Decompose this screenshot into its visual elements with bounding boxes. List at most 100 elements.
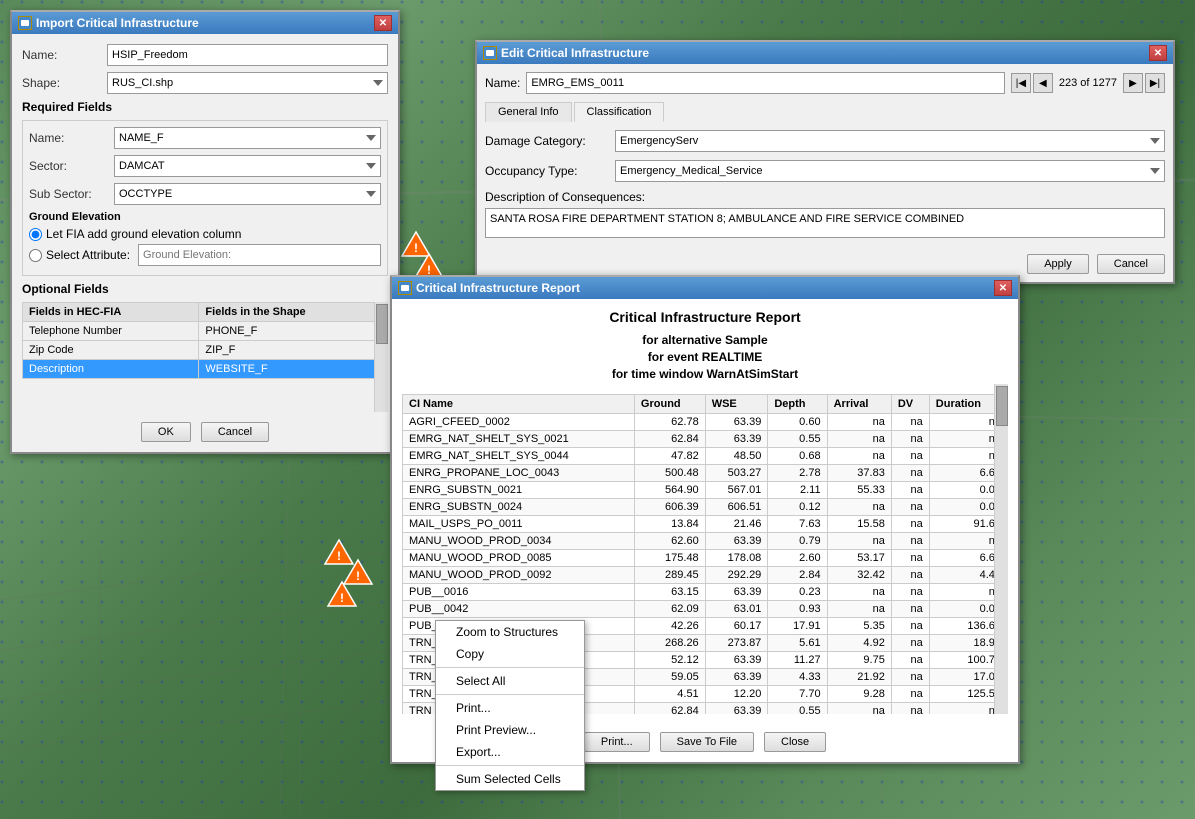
context-separator bbox=[436, 765, 584, 766]
optional-col2-cell: PHONE_F bbox=[199, 322, 388, 341]
nav-first-btn[interactable]: |◀ bbox=[1011, 73, 1031, 93]
table-row[interactable]: ENRG_PROPANE_LOC_0043500.48503.272.7837.… bbox=[403, 465, 1008, 482]
context-menu-item[interactable]: Copy bbox=[436, 643, 584, 665]
table-row[interactable]: EMRG_NAT_SHELT_SYS_004447.8248.500.68nan… bbox=[403, 448, 1008, 465]
optional-col2-cell: WEBSITE_F bbox=[199, 360, 388, 379]
context-menu-item[interactable]: Sum Selected Cells bbox=[436, 768, 584, 790]
table-cell: na bbox=[891, 703, 929, 715]
edit-cancel-btn[interactable]: Cancel bbox=[1097, 254, 1165, 274]
report-save-btn[interactable]: Save To File bbox=[660, 732, 754, 752]
import-cancel-btn[interactable]: Cancel bbox=[201, 422, 269, 442]
optional-col2-cell: ZIP_F bbox=[199, 341, 388, 360]
table-row[interactable]: EMRG_NAT_SHELT_SYS_002162.8463.390.55nan… bbox=[403, 431, 1008, 448]
required-fields-title: Required Fields bbox=[22, 100, 388, 114]
req-name-select[interactable]: NAME_F bbox=[114, 127, 381, 149]
table-cell: 0.55 bbox=[768, 703, 827, 715]
req-subsector-row: Sub Sector: OCCTYPE bbox=[29, 183, 381, 205]
import-shape-select[interactable]: RUS_CI.shp bbox=[107, 72, 388, 94]
table-row[interactable]: MANU_WOOD_PROD_0092289.45292.292.8432.42… bbox=[403, 567, 1008, 584]
req-sector-select[interactable]: DAMCAT bbox=[114, 155, 381, 177]
table-row[interactable]: AGRI_CFEED_000262.7863.390.60nanana bbox=[403, 414, 1008, 431]
table-cell: ENRG_SUBSTN_0021 bbox=[403, 482, 635, 499]
occupancy-type-select[interactable]: Emergency_Medical_Service bbox=[615, 160, 1165, 182]
report-scrollbar[interactable] bbox=[994, 384, 1008, 714]
occupancy-type-row: Occupancy Type: Emergency_Medical_Servic… bbox=[485, 160, 1165, 182]
req-subsector-select[interactable]: OCCTYPE bbox=[114, 183, 381, 205]
report-title-icon bbox=[398, 281, 412, 295]
table-row[interactable]: MAIL_USPS_PO_001113.8421.467.6315.58na91… bbox=[403, 516, 1008, 533]
table-cell: na bbox=[891, 550, 929, 567]
report-print-btn[interactable]: Print... bbox=[584, 732, 650, 752]
table-row[interactable]: PUB__001663.1563.390.23nanana bbox=[403, 584, 1008, 601]
context-menu-item[interactable]: Print... bbox=[436, 697, 584, 719]
table-cell: 42.26 bbox=[634, 618, 705, 635]
edit-title-bar[interactable]: Edit Critical Infrastructure ✕ bbox=[477, 42, 1173, 64]
edit-apply-btn[interactable]: Apply bbox=[1027, 254, 1089, 274]
optional-scrollbar[interactable] bbox=[374, 302, 388, 412]
edit-window: Edit Critical Infrastructure ✕ Name: EMR… bbox=[475, 40, 1175, 284]
report-close-btn[interactable]: Close bbox=[764, 732, 826, 752]
table-cell: 60.17 bbox=[705, 618, 768, 635]
table-cell: 9.75 bbox=[827, 652, 891, 669]
consequences-label: Description of Consequences: bbox=[485, 190, 1165, 204]
table-cell: 63.39 bbox=[705, 703, 768, 715]
radio-select-attr[interactable] bbox=[29, 249, 42, 262]
report-close-title-btn[interactable]: ✕ bbox=[994, 280, 1012, 296]
optional-table: Fields in HEC-FIA Fields in the Shape Te… bbox=[22, 302, 388, 379]
table-cell: 59.05 bbox=[634, 669, 705, 686]
report-scrollbar-thumb[interactable] bbox=[996, 386, 1008, 426]
report-title-bar[interactable]: Critical Infrastructure Report ✕ bbox=[392, 277, 1018, 299]
report-sub3-val: WarnAtSimStart bbox=[707, 367, 799, 381]
table-row[interactable]: ENRG_SUBSTN_0024606.39606.510.12nana0.00 bbox=[403, 499, 1008, 516]
optional-table-row[interactable]: Zip CodeZIP_F bbox=[23, 341, 388, 360]
table-cell: na bbox=[827, 499, 891, 516]
import-close-btn[interactable]: ✕ bbox=[374, 15, 392, 31]
table-cell: 268.26 bbox=[634, 635, 705, 652]
context-menu-item[interactable]: Select All bbox=[436, 670, 584, 692]
edit-body: Name: EMRG_EMS_0011 |◀ ◀ 223 of 1277 ▶ ▶… bbox=[477, 64, 1173, 246]
import-name-input[interactable] bbox=[107, 44, 388, 66]
optional-table-row[interactable]: DescriptionWEBSITE_F bbox=[23, 360, 388, 379]
table-cell: na bbox=[827, 703, 891, 715]
ground-elev-section: Ground Elevation Let FIA add ground elev… bbox=[29, 211, 381, 266]
edit-close-btn[interactable]: ✕ bbox=[1149, 45, 1167, 61]
table-cell: 273.87 bbox=[705, 635, 768, 652]
radio-add-column[interactable] bbox=[29, 228, 42, 241]
nav-next-btn[interactable]: ▶ bbox=[1123, 73, 1143, 93]
report-sub1: for alternative Sample bbox=[402, 333, 1008, 347]
context-separator bbox=[436, 694, 584, 695]
table-cell: 11.27 bbox=[768, 652, 827, 669]
damage-category-select[interactable]: EmergencyServ bbox=[615, 130, 1165, 152]
table-row[interactable]: PUB__004262.0963.010.93nana0.00 bbox=[403, 601, 1008, 618]
damage-category-label: Damage Category: bbox=[485, 134, 615, 148]
table-cell: 0.23 bbox=[768, 584, 827, 601]
table-row[interactable]: MANU_WOOD_PROD_003462.6063.390.79nanana bbox=[403, 533, 1008, 550]
context-menu-item[interactable]: Export... bbox=[436, 741, 584, 763]
ground-elev-attr-input[interactable] bbox=[138, 244, 381, 266]
context-menu-item[interactable]: Print Preview... bbox=[436, 719, 584, 741]
tab-classification[interactable]: Classification bbox=[574, 102, 665, 122]
table-cell: 9.28 bbox=[827, 686, 891, 703]
import-title-text: Import Critical Infrastructure bbox=[36, 16, 199, 30]
svg-text:!: ! bbox=[340, 591, 344, 605]
import-title-bar[interactable]: Import Critical Infrastructure ✕ bbox=[12, 12, 398, 34]
table-cell: 47.82 bbox=[634, 448, 705, 465]
edit-name-select[interactable]: EMRG_EMS_0011 bbox=[526, 72, 1005, 94]
svg-text:!: ! bbox=[337, 549, 341, 563]
optional-scrollbar-thumb[interactable] bbox=[376, 304, 388, 344]
report-sub1-val: Sample bbox=[725, 333, 768, 347]
import-ok-btn[interactable]: OK bbox=[141, 422, 191, 442]
table-row[interactable]: MANU_WOOD_PROD_0085175.48178.082.6053.17… bbox=[403, 550, 1008, 567]
consequences-section: Description of Consequences: SANTA ROSA … bbox=[485, 190, 1165, 238]
table-row[interactable]: ENRG_SUBSTN_0021564.90567.012.1155.33na0… bbox=[403, 482, 1008, 499]
tab-general-info[interactable]: General Info bbox=[485, 102, 572, 122]
warning-sign-5: ! bbox=[326, 580, 358, 611]
nav-prev-btn[interactable]: ◀ bbox=[1033, 73, 1053, 93]
context-menu-item[interactable]: Zoom to Structures bbox=[436, 621, 584, 643]
table-cell: 63.15 bbox=[634, 584, 705, 601]
nav-last-btn[interactable]: ▶| bbox=[1145, 73, 1165, 93]
occupancy-type-label: Occupancy Type: bbox=[485, 164, 615, 178]
table-cell: 2.84 bbox=[768, 567, 827, 584]
optional-table-row[interactable]: Telephone NumberPHONE_F bbox=[23, 322, 388, 341]
edit-title-icon bbox=[483, 46, 497, 60]
